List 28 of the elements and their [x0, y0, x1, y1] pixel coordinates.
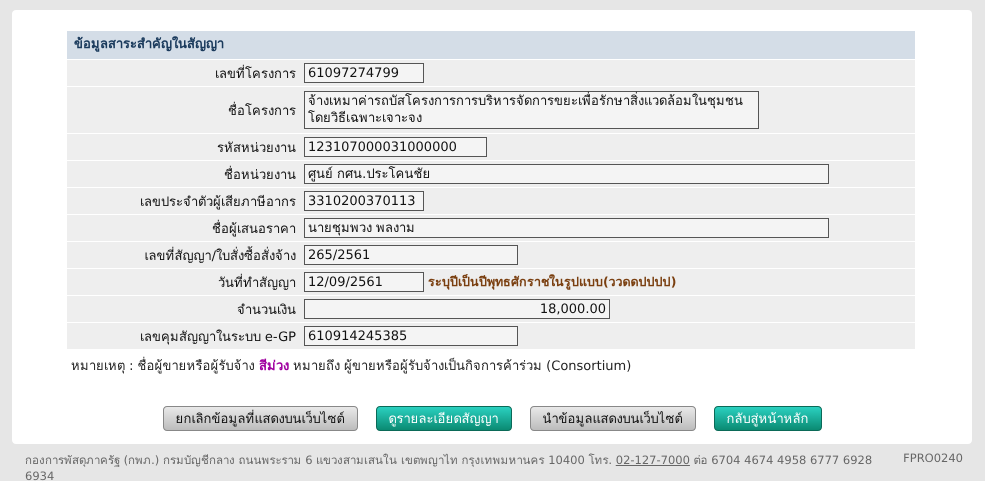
footer-address: กองการพัสดุภาครัฐ (กพภ.) กรมบัญชีกลาง ถนนพระราม 6 แขวงสามเสนใน เขตพญาไท กรุงเทพมหานคร 10400 โทร. 02-127-7000 ต่อ 6704 4674 4958 6777 6928 6934 — [25, 452, 874, 481]
input-field[interactable]: 610914245385 — [304, 326, 518, 346]
field-label: เลขประจำตัวผู้เสียภาษีอากร — [140, 194, 296, 210]
action-button[interactable]: ยกเลิกข้อมูลที่แสดงบนเว็บไซต์ — [162, 406, 358, 431]
action-button[interactable]: นำข้อมูลแสดงบนเว็บไซต์ — [530, 406, 696, 431]
field-label: รหัสหน่วยงาน — [217, 140, 296, 156]
input-field[interactable]: 123107000031000000 — [304, 137, 487, 157]
field-label: ชื่อโครงการ — [228, 104, 296, 118]
input-field[interactable]: 61097274799 — [304, 63, 424, 83]
input-field[interactable]: 265/2561 — [304, 245, 518, 265]
field-label: ชื่อหน่วยงาน — [224, 168, 296, 182]
field-label: ชื่อผู้เสนอราคา — [212, 222, 296, 236]
input-field[interactable]: 18,000.00 — [304, 299, 610, 319]
phone-link[interactable]: 02-127-7000 — [616, 453, 690, 467]
input-field[interactable]: ศูนย์ กศน.ประโคนชัย — [304, 164, 829, 184]
input-field[interactable]: 3310200370113 — [304, 191, 424, 211]
note-text: หมายเหตุ : ชื่อผู้ขายหรือผู้รับจ้าง สีม่วง หมายถึง ผู้ขายหรือผู้รับจ้างเป็นกิจการค้าร่วม (Consortium) — [71, 355, 972, 376]
field-label: เลขที่สัญญา/ใบสั่งซื้อสั่งจ้าง — [144, 248, 296, 264]
field-label: เลขที่โครงการ — [215, 66, 296, 82]
input-field[interactable]: 12/09/2561 — [304, 272, 424, 292]
field-label: จำนวนเงิน — [237, 302, 296, 318]
text-area[interactable]: จ้างเหมาค่ารถบัสโครงการการบริหารจัดการขยะเพื่อรักษาสิ่งแวดล้อมในชุมชน โดยวิธีเฉพาะเจาะจง — [304, 91, 759, 129]
input-field[interactable]: นายชุมพวง พลงาม — [304, 218, 829, 238]
date-format-hint: ระบุปีเป็นปีพุทธศักราชในรูปแบบ(ววดดปปปป) — [428, 273, 676, 292]
section-header: ข้อมูลสาระสำคัญในสัญญา — [67, 31, 915, 59]
field-label: วันที่ทำสัญญา — [218, 276, 296, 290]
page-code: FPRO0240 — [903, 451, 963, 467]
field-label: เลขคุมสัญญาในระบบ e-GP — [140, 330, 296, 344]
